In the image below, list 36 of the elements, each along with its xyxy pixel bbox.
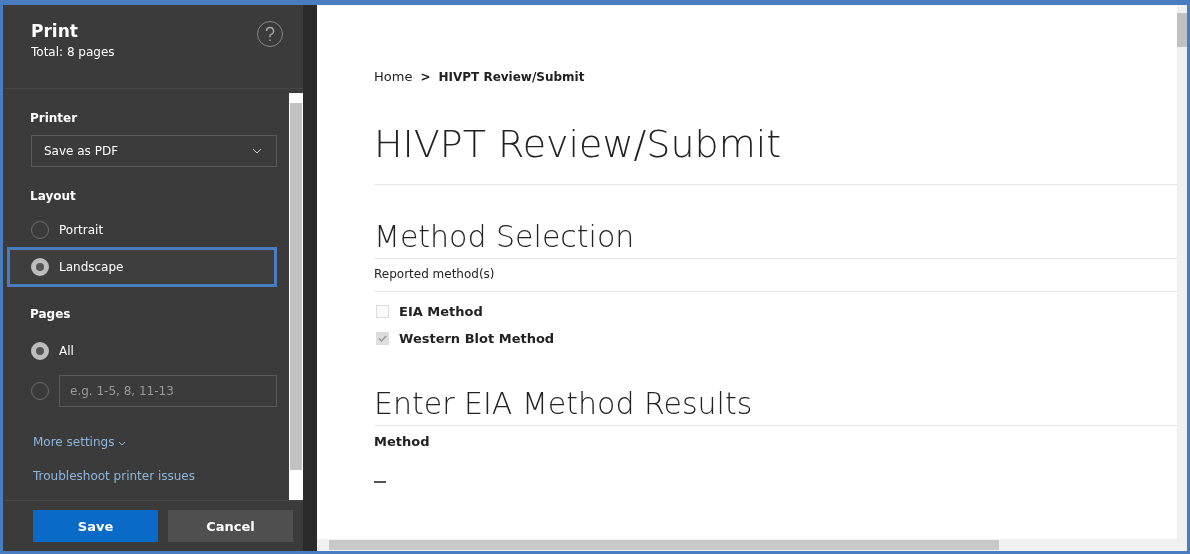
option-label: Portrait <box>59 223 104 237</box>
panel-title: Print <box>31 21 79 41</box>
breadcrumb-link[interactable]: Home <box>374 69 413 84</box>
option-label: Landscape <box>59 260 124 274</box>
layout-option[interactable]: Portrait <box>3 213 277 247</box>
section-heading: Enter EIA Method Results <box>374 386 1177 426</box>
breadcrumb-current: HIVPT Review/Submit <box>438 69 585 84</box>
radio-button[interactable] <box>31 258 49 276</box>
checkbox-label: EIA Method <box>399 304 483 319</box>
printer-label: Printer <box>29 111 79 125</box>
vertical-scrollbar[interactable] <box>1177 5 1187 539</box>
section-heading: Method Selection <box>374 219 1177 259</box>
horizontal-scrollbar[interactable] <box>317 539 1187 551</box>
more-settings-link[interactable]: More settings <box>3 435 277 449</box>
page-range-field[interactable]: e.g. 1-5, 8, 11-13 <box>59 375 277 407</box>
cancel-button[interactable]: Cancel <box>168 510 293 542</box>
printer-dropdown[interactable]: Save as PDF <box>31 135 277 167</box>
help-icon[interactable] <box>257 21 283 47</box>
page-count: Total: 8 pages <box>31 45 115 59</box>
scrollbar[interactable] <box>289 93 303 500</box>
page-title: HIVPT Review/Submit <box>374 122 1177 185</box>
pages-label: Pages <box>29 307 72 321</box>
checkbox[interactable] <box>376 332 389 345</box>
chevron-icon <box>252 148 262 154</box>
save-button[interactable]: Save <box>33 510 158 542</box>
troubleshoot-link[interactable]: Troubleshoot printer issues <box>3 469 277 483</box>
checkbox[interactable] <box>376 305 389 318</box>
option-label: All <box>59 344 74 358</box>
field-label: Method <box>374 434 431 451</box>
layout-option[interactable]: Landscape <box>7 247 277 287</box>
field-label: Reported method(s) <box>374 267 1177 292</box>
radio-button[interactable] <box>31 342 49 360</box>
layout-label: Layout <box>29 189 77 203</box>
chevron-icon <box>118 441 127 446</box>
breadcrumb-separator: > <box>420 69 431 84</box>
checkbox-label: Western Blot Method <box>399 331 555 346</box>
